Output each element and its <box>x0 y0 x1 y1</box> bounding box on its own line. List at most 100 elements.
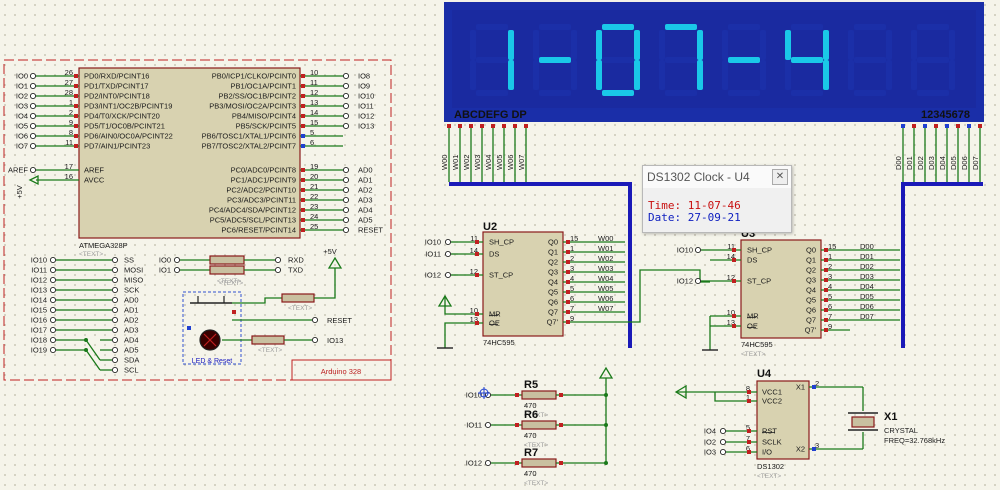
pin-marker-D02 <box>923 124 927 128</box>
terminal-IO11 <box>444 250 452 258</box>
pin-marker <box>747 399 751 403</box>
net-AD0: AD0 <box>124 296 139 305</box>
pin-marker <box>301 178 305 182</box>
net-D06: D06 <box>860 302 874 311</box>
pin-marker <box>747 450 751 454</box>
segment-a <box>791 24 823 30</box>
crystal-freq: FREQ=32.768kHz <box>884 436 945 445</box>
net-IO17: IO17 <box>31 326 47 335</box>
popup-title-bar[interactable]: DS1302 Clock - U4 ✕ <box>643 166 791 188</box>
u3-pin-name: Q1 <box>806 256 816 265</box>
terminal-IO0 <box>29 72 37 80</box>
pin-num: 6 <box>310 138 314 147</box>
pin-num: 16 <box>65 172 73 181</box>
crystal-icon <box>851 416 875 428</box>
u3-pin-name: SH_CP <box>747 246 772 255</box>
segment-b <box>823 30 829 60</box>
pin-marker <box>301 208 305 212</box>
pin-num: 28 <box>65 88 73 97</box>
popup-date-label: Date: <box>648 211 682 224</box>
resistor-power-arrow <box>598 366 614 379</box>
pin-num: 15 <box>310 118 318 127</box>
pin-name-PB3: PB3/MOSI/OC2A/PCINT3 <box>209 102 296 111</box>
pin-name-PC3: PC3/ADC3/PCINT11 <box>227 196 296 205</box>
pin-num: 5 <box>310 128 314 137</box>
net-W01: W01 <box>598 244 613 253</box>
pin-marker-D03 <box>934 124 938 128</box>
popup-date-value: 27-09-21 <box>687 211 741 224</box>
pin-marker <box>187 326 191 330</box>
u3-pin-name: Q3 <box>806 276 816 285</box>
pin-marker <box>301 84 305 88</box>
segment-d <box>917 90 949 96</box>
terminal-IO10 <box>694 246 702 254</box>
pin-marker <box>515 423 519 427</box>
u3-pin-name: ST_CP <box>747 277 771 286</box>
net-IO0: IO0 <box>16 72 28 81</box>
segment-d <box>728 90 760 96</box>
net-D03: D03 <box>860 272 874 281</box>
segment-d <box>476 90 508 96</box>
display-window <box>452 10 976 108</box>
popup-close-button[interactable]: ✕ <box>772 169 788 185</box>
segment-a <box>665 24 697 30</box>
u4-pin-name: I/O <box>762 448 772 457</box>
u2-pin-name: SH_CP <box>489 238 514 247</box>
u2-pin-name: Q5 <box>548 288 558 297</box>
net-D00: D00 <box>860 242 874 251</box>
pin-num: 23 <box>310 202 318 211</box>
pin-num: 6 <box>570 294 574 303</box>
net-IO12: IO12 <box>425 271 441 280</box>
terminal-RXD <box>274 256 282 264</box>
pin-marker <box>74 74 78 78</box>
segment-f <box>596 30 602 60</box>
pin-marker <box>74 104 78 108</box>
pin-name-PB2: PB2/SS/OC1B/PCINT2 <box>218 92 296 101</box>
popup-title: DS1302 Clock - U4 <box>647 170 750 184</box>
bus-label-D01: D01 <box>905 156 914 170</box>
terminal-reset <box>311 316 319 324</box>
segment-a <box>539 24 571 30</box>
pin-num: 12 <box>310 88 318 97</box>
net-IO3: IO3 <box>704 448 716 457</box>
pin-num: 19 <box>310 162 318 171</box>
pin-marker-D04 <box>945 124 949 128</box>
net-IO2: IO2 <box>704 438 716 447</box>
terminal-IO15 <box>49 306 57 314</box>
terminal-AD3 <box>342 196 350 204</box>
pin-marker <box>732 324 736 328</box>
pin-marker <box>824 328 828 332</box>
pin-name-PC1: PC1/ADC1/PCINT9 <box>231 176 296 185</box>
terminal-IO13 <box>49 286 57 294</box>
segment-e <box>659 60 665 90</box>
arduino-label: Arduino 328 <box>321 367 361 376</box>
terminal-AD3 <box>111 326 119 334</box>
u3-text-label: <TEXT> <box>741 351 765 358</box>
net-AD3: AD3 <box>124 326 139 335</box>
pin-num: 11 <box>65 138 73 147</box>
schematic-canvas[interactable]: Arduino 328 ABCDEFG DP 12345678 W00 W01 W02 W0… <box>0 0 1000 490</box>
pin-marker <box>515 393 519 397</box>
bus-label-D04: D04 <box>938 156 947 170</box>
segment-e <box>911 60 917 90</box>
net-RXD: RXD <box>288 256 304 265</box>
net-IO16: IO16 <box>31 316 47 325</box>
serial-resistor <box>209 265 245 275</box>
pin-marker-W02 <box>469 124 473 128</box>
pin-marker <box>74 114 78 118</box>
pin-name-PC2: PC2/ADC2/PCINT10 <box>226 186 296 195</box>
pin-marker <box>301 114 305 118</box>
pin-num: 3 <box>828 272 832 281</box>
pullup-wire <box>314 268 336 299</box>
pin-marker-D00 <box>901 124 905 128</box>
net-IO13: IO13 <box>358 122 374 131</box>
net-IO12: IO12 <box>677 277 693 286</box>
u3-pin-name: Q4 <box>806 286 816 295</box>
segment-g <box>854 57 886 63</box>
pin-num: 25 <box>310 222 318 231</box>
ds1302-clock-popup[interactable]: DS1302 Clock - U4 ✕ Time: 11-07-46 Date:… <box>642 165 792 233</box>
u2-pin-name: DS <box>489 250 499 259</box>
net-SDA: SDA <box>124 356 139 365</box>
segment-b <box>508 30 514 60</box>
u4-pin-name: VCC1 <box>762 388 782 397</box>
